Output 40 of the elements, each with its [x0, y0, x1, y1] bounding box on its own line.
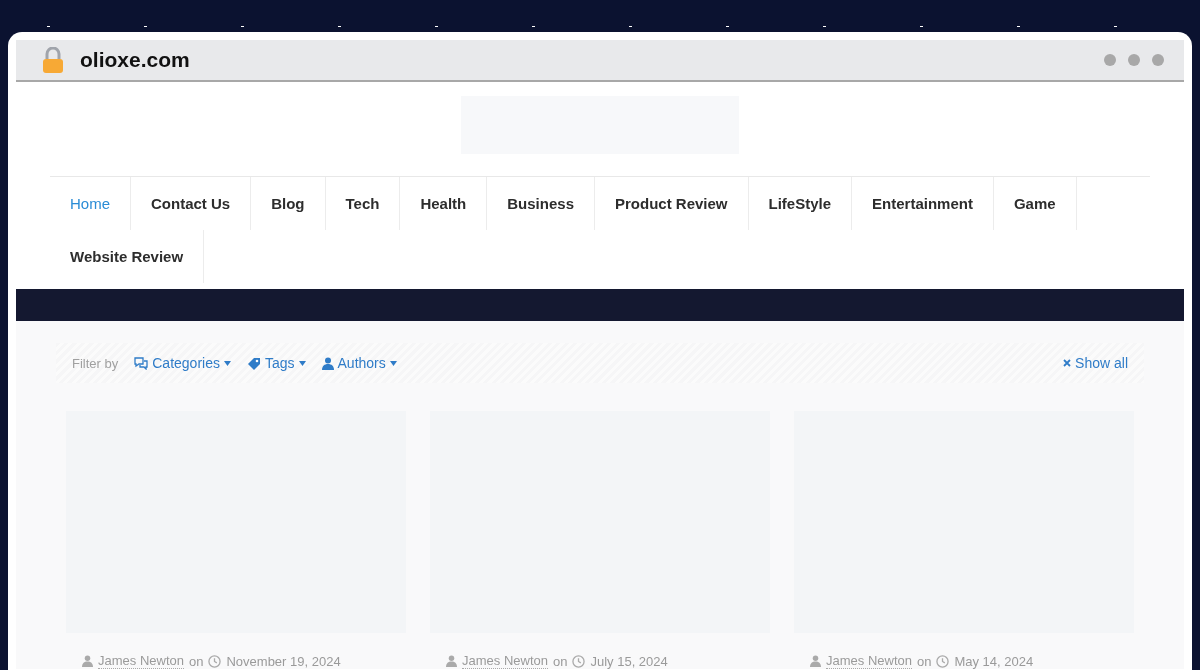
- close-icon: [1063, 359, 1072, 367]
- nav-item[interactable]: Entertainment: [852, 177, 994, 230]
- filter-dropdown[interactable]: Authors: [321, 355, 397, 371]
- filter-dropdown[interactable]: Categories: [134, 355, 231, 371]
- nav-item[interactable]: Tech: [325, 177, 401, 230]
- nav-item[interactable]: Game: [993, 177, 1077, 230]
- filter-dropdown[interactable]: Tags: [246, 355, 306, 371]
- nav-item[interactable]: Website Review: [50, 230, 205, 283]
- post-date: July 15, 2024: [590, 653, 668, 669]
- caret-icon: [298, 360, 306, 366]
- chat-bubbles-icon: [134, 356, 149, 370]
- nav-item[interactable]: Health: [400, 177, 488, 230]
- caret-icon: [223, 360, 231, 366]
- post-date: November 19, 2024: [226, 653, 341, 669]
- show-all-link[interactable]: Show all: [1063, 355, 1128, 371]
- post-date: May 14, 2024: [954, 653, 1034, 669]
- caret-icon: [389, 360, 397, 366]
- clock-icon: [208, 654, 222, 668]
- nav-item[interactable]: Blog: [251, 177, 326, 230]
- clock-icon: [572, 654, 586, 668]
- filter-label: Filter by: [72, 355, 119, 371]
- window-dot[interactable]: [1104, 54, 1116, 66]
- person-icon: [82, 655, 93, 667]
- nav-item[interactable]: Home: [50, 177, 131, 230]
- window-dot[interactable]: [1152, 54, 1164, 66]
- person-icon: [446, 655, 457, 667]
- padlock-icon: [42, 47, 64, 73]
- nav-item[interactable]: Contact Us: [131, 177, 252, 230]
- person-icon: [321, 356, 334, 370]
- meta-text: on: [917, 653, 932, 669]
- domain-text: olioxe.com: [80, 48, 190, 72]
- clock-icon: [936, 654, 950, 668]
- nav-item[interactable]: Business: [487, 177, 595, 230]
- nav-item[interactable]: LifeStyle: [748, 177, 853, 230]
- tag-icon: [246, 356, 261, 370]
- person-icon: [810, 655, 821, 667]
- meta-text: on: [189, 653, 204, 669]
- window-dot[interactable]: [1128, 54, 1140, 66]
- meta-text: on: [553, 653, 568, 669]
- nav-item[interactable]: Product Review: [595, 177, 749, 230]
